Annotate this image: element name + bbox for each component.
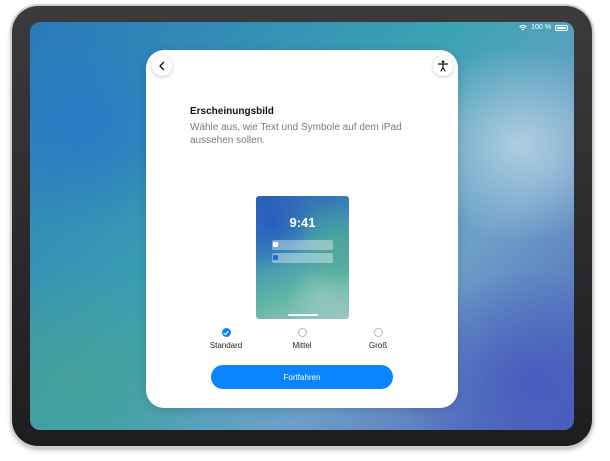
ipad-frame: 100 % Erscheinungsbild Wähle aus, wie Te… [12, 6, 592, 446]
option-label-gross: Groß [368, 341, 388, 350]
radio-checked-icon[interactable] [221, 328, 231, 337]
back-button[interactable] [152, 56, 172, 76]
home-indicator [288, 314, 318, 316]
continue-button[interactable]: Fortfahren [211, 365, 393, 389]
preview-notification-row [272, 240, 333, 250]
accessibility-button[interactable] [433, 56, 453, 76]
preview-time: 9:41 [289, 215, 316, 230]
chevron-left-icon [159, 61, 165, 71]
radio-unchecked-icon[interactable] [373, 328, 383, 337]
page-subtitle: Wähle aus, wie Text und Symbole auf dem … [190, 122, 402, 146]
ipad-screen: 100 % Erscheinungsbild Wähle aus, wie Te… [30, 22, 574, 430]
accessibility-icon [437, 60, 449, 72]
option-label-mittel: Mittel [292, 341, 312, 350]
option-gross[interactable]: Groß [348, 328, 408, 350]
radio-unchecked-icon[interactable] [297, 328, 307, 337]
option-label-standard: Standard [209, 341, 243, 350]
page-title: Erscheinungsbild [190, 106, 274, 117]
checkmark-icon [223, 330, 229, 335]
lockscreen-preview: 9:41 [256, 196, 349, 319]
battery-icon [555, 24, 568, 31]
option-mittel[interactable]: Mittel [272, 328, 332, 350]
option-standard[interactable]: Standard [196, 328, 256, 350]
preview-notification-row [272, 253, 333, 263]
battery-percentage: 100 % [531, 24, 551, 31]
status-bar: 100 % [519, 24, 568, 31]
setup-card: Erscheinungsbild Wähle aus, wie Text und… [146, 50, 458, 408]
wifi-icon [519, 24, 528, 31]
